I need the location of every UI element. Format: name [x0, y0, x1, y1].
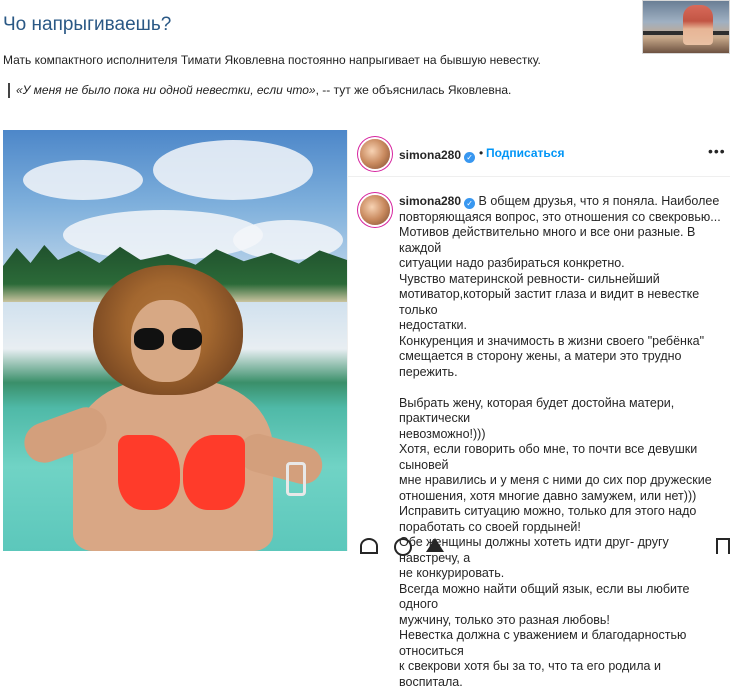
share-icon[interactable] — [426, 538, 444, 552]
instagram-embed: simona280 ✓ • Подписаться ••• simona280 ✓ … — [347, 130, 730, 689]
heart-icon[interactable] — [360, 538, 378, 554]
caption-line: Чувство материнской ревности- сильнейший — [399, 271, 660, 286]
caption-line: ситуации надо разбираться конкретно. — [399, 256, 625, 270]
post-photo[interactable] — [3, 130, 347, 551]
header-username[interactable]: simona280 — [399, 148, 461, 162]
caption-line: Выбрать жену, которая будет достойна мат… — [399, 395, 675, 426]
header-username-wrap: simona280 ✓ — [399, 146, 476, 164]
comment-icon[interactable] — [394, 538, 412, 556]
avatar[interactable] — [360, 139, 390, 169]
instagram-action-bar — [360, 538, 730, 556]
photo-bikini-right — [183, 435, 245, 510]
caption-line: Хотя, если говорить обо мне, то почти вс… — [399, 442, 698, 472]
verified-badge-icon: ✓ — [464, 152, 476, 163]
caption-line: к свекрови хотя бы за то, что та его род… — [399, 659, 661, 689]
caption-username[interactable]: simona280 — [399, 194, 461, 208]
photo-cloud — [23, 160, 143, 200]
caption-line: мне нравились и у меня с ними до сих пор… — [399, 473, 712, 487]
quote-rest-text: , -- тут же объяснилась Яковлевна. — [315, 83, 512, 97]
caption-line: мотиватор,который застит глаза и видит в… — [399, 287, 700, 317]
caption-line: не конкурировать. — [399, 566, 505, 580]
caption-line-first: simona280 ✓ В общем друзья, что я поняла.… — [399, 194, 727, 210]
caption-line: Всегда можно найти общий язык, если вы л… — [399, 581, 690, 612]
sunglasses — [134, 328, 202, 350]
caption-line: повторяющаяся вопрос, это отношения со с… — [399, 209, 721, 224]
caption-line: Мотивов действительно много и все они ра… — [399, 225, 696, 255]
photo-cloud — [153, 140, 313, 200]
post-caption: simona280 ✓ В общем друзья, что я поняла.… — [399, 194, 727, 690]
caption-line: В общем друзья, что я поняла. Наиболее — [478, 194, 720, 208]
article-title: Чо напрыгиваешь? — [3, 14, 172, 35]
caption-line: недостатки. — [399, 318, 467, 332]
quote-italic-text: «У меня не было пока ни одной невестки, … — [16, 83, 316, 97]
caption-line: Исправить ситуацию можно, только для это… — [399, 504, 697, 518]
instagram-header: simona280 ✓ • Подписаться ••• — [348, 130, 730, 177]
thumbnail-image[interactable] — [642, 0, 730, 54]
caption-line: Конкуренция и значимость в жизни своего … — [399, 333, 705, 348]
caption-line: мужчину, только это разная любовь! — [399, 612, 610, 627]
follow-button[interactable]: Подписаться — [486, 146, 564, 160]
separator-dot: • — [479, 146, 484, 160]
caption-line: смещается в сторону жены, а матери это т… — [399, 349, 682, 379]
caption-avatar[interactable] — [360, 195, 390, 225]
bookmark-icon[interactable] — [716, 538, 730, 554]
photo-bikini-left — [118, 435, 180, 510]
caption-line: поработать со своей гордыней! — [399, 519, 581, 534]
more-options-icon[interactable]: ••• — [708, 143, 726, 159]
article-paragraph: Мать компактного исполнителя Тимати Яков… — [3, 53, 541, 67]
caption-line: Невестка должна с уважением и благодарно… — [399, 628, 687, 658]
photo-cloud — [63, 210, 263, 260]
article-quote: «У меня не было пока ни одной невестки, … — [8, 83, 511, 98]
photo-watch — [286, 462, 306, 496]
thumbnail-figure — [683, 5, 713, 45]
verified-badge-icon: ✓ — [464, 198, 476, 209]
caption-line: отношения, хотя многие давно замужем, ил… — [399, 488, 697, 503]
caption-line: невозможно!))) — [399, 426, 486, 441]
